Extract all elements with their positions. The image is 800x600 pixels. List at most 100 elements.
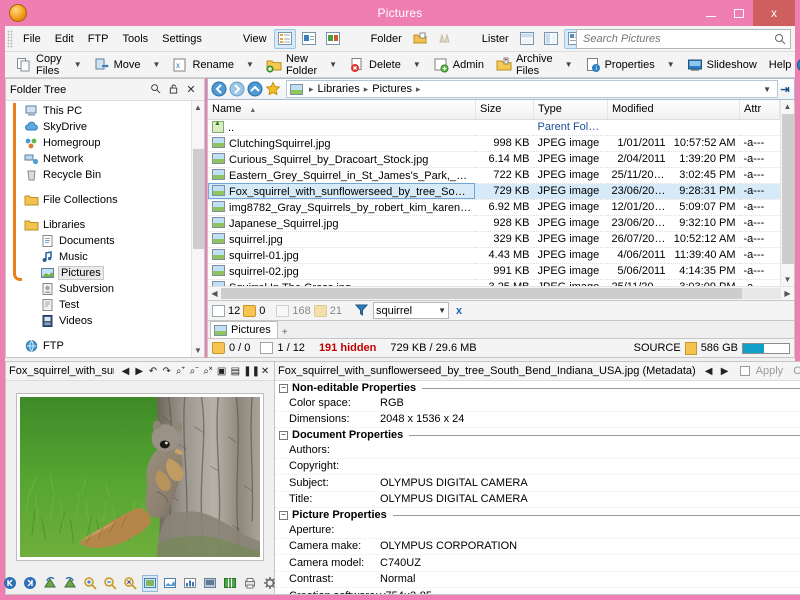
pause-icon[interactable]: ❚❚ xyxy=(243,366,257,377)
histogram-icon[interactable] xyxy=(182,575,198,592)
breadcrumb-pictures[interactable]: Pictures xyxy=(370,83,414,95)
collapse-toggle-icon[interactable]: − xyxy=(279,384,288,393)
breadcrumb-libraries[interactable]: Libraries xyxy=(316,83,362,95)
file-name-cell[interactable]: Squirrel In The Grass.jpg xyxy=(208,279,475,286)
column-header-name[interactable]: Name ▲ xyxy=(208,100,475,119)
tree-node-homegroup[interactable]: Homegroup xyxy=(6,135,204,151)
tab-pictures[interactable]: Pictures xyxy=(210,321,278,338)
admin-button[interactable]: Admin xyxy=(427,54,490,76)
folder-options-button[interactable] xyxy=(409,29,431,49)
unlock-icon[interactable] xyxy=(685,342,697,355)
apply-button[interactable]: Apply xyxy=(752,365,788,377)
tree-node-documents[interactable]: Documents xyxy=(6,233,204,249)
tree-node-skydrive[interactable]: SkyDrive xyxy=(6,119,204,135)
file-name-cell[interactable]: ClutchingSquirrel.jpg xyxy=(208,135,475,151)
table-row[interactable]: ..Parent Folder xyxy=(208,119,780,135)
rotate-ccw-icon[interactable] xyxy=(42,575,58,592)
tree-scroll-up[interactable]: ▲ xyxy=(192,101,204,114)
forward-icon[interactable] xyxy=(229,81,245,97)
menu-edit[interactable]: Edit xyxy=(48,30,81,48)
search-box[interactable] xyxy=(576,29,791,49)
properties-dropdown[interactable]: ▼ xyxy=(661,60,681,69)
search-input[interactable] xyxy=(581,32,774,46)
menu-ftp[interactable]: FTP xyxy=(81,30,116,48)
fit-icon[interactable]: ▣ xyxy=(216,366,228,377)
tree-node-ftp[interactable]: FTP xyxy=(6,338,204,354)
fit-window-icon[interactable] xyxy=(142,575,158,592)
fullsize-icon[interactable]: ▤ xyxy=(229,366,241,377)
rename-dropdown[interactable]: ▼ xyxy=(240,60,260,69)
rename-button[interactable]: x Rename xyxy=(166,54,240,76)
metadata-row[interactable]: Creation software:v754u2-85 xyxy=(275,588,800,594)
tree-node-subversion[interactable]: Subversion xyxy=(6,281,204,297)
tree-node-network[interactable]: Network xyxy=(6,151,204,167)
file-name-cell[interactable]: .. xyxy=(208,119,475,135)
rotate-right-icon[interactable]: ↷ xyxy=(161,366,173,377)
image-preview-area[interactable] xyxy=(6,381,274,572)
file-name-cell[interactable]: squirrel.jpg xyxy=(208,231,475,247)
view-tiles-button[interactable] xyxy=(298,29,320,49)
table-row[interactable]: Eastern_Grey_Squirrel_in_St_James's_Park… xyxy=(208,167,780,183)
tree-node-videos[interactable]: Videos xyxy=(6,313,204,329)
archive-files-button[interactable]: Archive Files xyxy=(490,54,559,76)
tree-node-recycle-bin[interactable]: Recycle Bin xyxy=(6,167,204,183)
vscroll-up[interactable]: ▲ xyxy=(781,100,794,113)
table-row[interactable]: Squirrel In The Grass.jpg3.25 MBJPEG ima… xyxy=(208,279,780,286)
hscroll-track[interactable] xyxy=(221,288,781,299)
file-name-cell[interactable]: squirrel-02.jpg xyxy=(208,263,475,279)
toolbar-grip[interactable] xyxy=(7,30,13,48)
new-folder-button[interactable]: New Folder xyxy=(260,54,323,76)
view-thumbnails-button[interactable] xyxy=(322,29,344,49)
tree-node-this-pc[interactable]: This PC xyxy=(6,103,204,119)
slideshow-button[interactable]: Slideshow xyxy=(681,54,763,76)
tree-node-file-collections[interactable]: File Collections xyxy=(6,192,204,208)
column-header-type[interactable]: Type xyxy=(533,100,607,119)
cancel-button[interactable]: Cancel xyxy=(789,365,800,377)
lister-horizontal-button[interactable] xyxy=(516,29,538,49)
tree-scroll-down[interactable]: ▼ xyxy=(192,344,204,357)
hscroll-right[interactable]: ▶ xyxy=(781,289,794,298)
star-icon[interactable] xyxy=(265,81,281,97)
metadata-group-header[interactable]: −Picture Properties xyxy=(275,508,800,522)
next-icon[interactable]: ▶ xyxy=(718,366,732,377)
apply-checkbox[interactable] xyxy=(740,366,750,376)
hscroll-thumb[interactable] xyxy=(221,288,742,299)
zoom-out-icon[interactable]: ⌕⁻ xyxy=(188,366,200,377)
table-row[interactable]: squirrel-01.jpg4.43 MBJPEG image4/06/201… xyxy=(208,247,780,263)
zoom-out-icon[interactable] xyxy=(102,575,118,592)
clear-filter-button[interactable]: x xyxy=(452,305,466,317)
table-row[interactable]: img8782_Gray_Squirrels_by_robert_kim_kar… xyxy=(208,199,780,215)
search-icon[interactable] xyxy=(146,83,164,97)
back-icon[interactable] xyxy=(211,81,227,97)
metadata-group-header[interactable]: −Non-editable Properties xyxy=(275,381,800,395)
rotate-left-icon[interactable]: ↶ xyxy=(147,366,159,377)
tree-scrollbar[interactable]: ▲ ▼ xyxy=(191,101,204,357)
file-name-cell[interactable]: Japanese_Squirrel.jpg xyxy=(208,215,475,231)
maximize-button[interactable] xyxy=(725,0,753,26)
tree-node-pictures[interactable]: Pictures xyxy=(6,265,204,281)
new-folder-dropdown[interactable]: ▼ xyxy=(323,60,343,69)
help-button[interactable]: Help ? xyxy=(763,54,800,76)
file-list-hscrollbar[interactable]: ◀ ▶ xyxy=(208,286,794,300)
move-button[interactable]: Move xyxy=(88,54,147,76)
collapse-toggle-icon[interactable]: − xyxy=(279,431,288,440)
minimize-button[interactable] xyxy=(697,0,725,26)
actual-size-icon[interactable] xyxy=(162,575,178,592)
rotate-cw-icon[interactable] xyxy=(62,575,78,592)
zoom-in-icon[interactable] xyxy=(82,575,98,592)
unlock-icon[interactable] xyxy=(164,83,182,97)
last-icon[interactable] xyxy=(22,575,38,592)
column-header-size[interactable]: Size xyxy=(475,100,533,119)
file-name-cell[interactable]: img8782_Gray_Squirrels_by_robert_kim_kar… xyxy=(208,199,475,215)
chevron-down-icon[interactable]: ▼ xyxy=(760,85,774,94)
tree-node-music[interactable]: Music xyxy=(6,249,204,265)
metadata-row[interactable]: Camera make:OLYMPUS CORPORATION xyxy=(275,539,800,556)
prev-icon[interactable]: ◀ xyxy=(702,366,716,377)
metadata-group-header[interactable]: −Document Properties xyxy=(275,428,800,442)
chevron-down-icon[interactable]: ▼ xyxy=(438,306,446,315)
table-row[interactable]: ClutchingSquirrel.jpg998 KBJPEG image1/0… xyxy=(208,135,780,151)
tree-scroll-thumb[interactable] xyxy=(193,149,204,249)
metadata-row[interactable]: Subject:OLYMPUS DIGITAL CAMERA xyxy=(275,475,800,492)
metadata-row[interactable]: Color space:RGB xyxy=(275,395,800,412)
file-list-vscrollbar[interactable]: ▲ ▼ xyxy=(780,100,794,286)
